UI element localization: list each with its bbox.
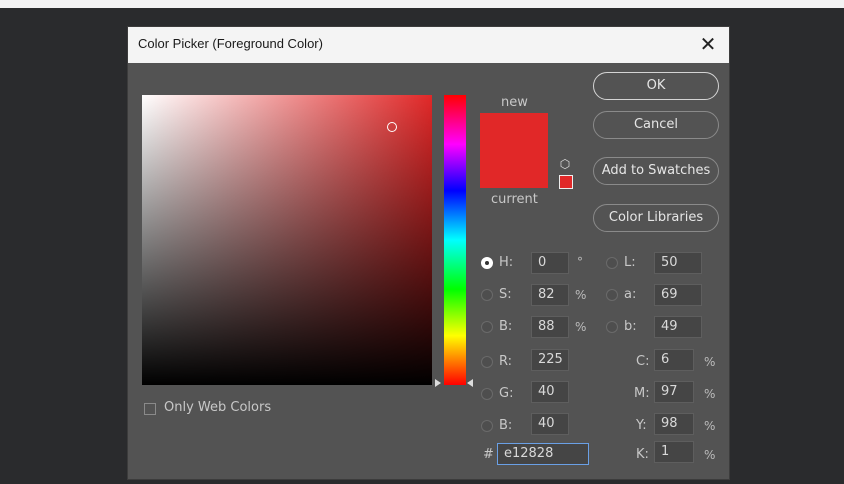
h-label: H: — [499, 255, 514, 270]
hue-slider[interactable] — [444, 95, 466, 385]
lab-b-field[interactable]: 49 — [654, 316, 702, 338]
h-field[interactable]: 0 — [531, 252, 569, 274]
b-radio[interactable] — [481, 321, 493, 333]
cube-icon[interactable]: ⬡ — [558, 157, 572, 171]
current-label: current — [491, 192, 538, 207]
l-radio[interactable] — [606, 257, 618, 269]
current-color-swatch[interactable] — [480, 150, 548, 188]
r-field[interactable]: 225 — [531, 349, 569, 371]
blue-label: B: — [499, 418, 513, 433]
b-unit: % — [575, 320, 587, 334]
blue-radio[interactable] — [481, 420, 493, 432]
s-unit: % — [575, 288, 587, 302]
c-field[interactable]: 6 — [654, 349, 694, 371]
g-radio[interactable] — [481, 388, 493, 400]
y-label: Y: — [636, 418, 647, 433]
color-picker-dialog: Color Picker (Foreground Color) ✕ new cu… — [127, 26, 730, 480]
h-unit: ° — [577, 255, 583, 269]
s-field[interactable]: 82 — [531, 284, 569, 306]
l-label: L: — [624, 255, 636, 270]
k-label: K: — [636, 447, 649, 462]
top-strip — [0, 0, 844, 8]
m-label: M: — [634, 386, 650, 401]
only-web-colors-checkbox[interactable] — [144, 403, 156, 415]
hex-prefix: # — [483, 447, 494, 462]
title-bar: Color Picker (Foreground Color) ✕ — [128, 27, 729, 63]
g-label: G: — [499, 386, 514, 401]
cancel-button[interactable]: Cancel — [593, 111, 719, 139]
only-web-colors-label: Only Web Colors — [164, 400, 272, 415]
color-field[interactable] — [142, 95, 432, 385]
new-label: new — [501, 95, 528, 110]
color-libraries-button[interactable]: Color Libraries — [593, 204, 719, 232]
a-label: a: — [624, 287, 637, 302]
a-radio[interactable] — [606, 289, 618, 301]
new-color-swatch — [480, 113, 548, 150]
blue-field[interactable]: 40 — [531, 413, 569, 435]
c-unit: % — [704, 355, 716, 369]
add-to-swatches-button[interactable]: Add to Swatches — [593, 157, 719, 185]
c-label: C: — [636, 354, 650, 369]
r-radio[interactable] — [481, 356, 493, 368]
l-field[interactable]: 50 — [654, 252, 702, 274]
hue-slider-handle-right[interactable] — [467, 379, 473, 387]
s-label: S: — [499, 287, 512, 302]
a-field[interactable]: 69 — [654, 284, 702, 306]
b-field[interactable]: 88 — [531, 316, 569, 338]
out-of-gamut-swatch[interactable] — [559, 175, 573, 189]
lab-b-label: b: — [624, 319, 637, 334]
m-unit: % — [704, 387, 716, 401]
window-title: Color Picker (Foreground Color) — [138, 36, 323, 51]
color-field-marker[interactable] — [387, 122, 397, 132]
s-radio[interactable] — [481, 289, 493, 301]
m-field[interactable]: 97 — [654, 381, 694, 403]
y-unit: % — [704, 419, 716, 433]
r-label: R: — [499, 354, 513, 369]
close-icon[interactable]: ✕ — [695, 31, 721, 57]
ok-button[interactable]: OK — [593, 72, 719, 100]
y-field[interactable]: 98 — [654, 413, 694, 435]
h-radio[interactable] — [481, 257, 493, 269]
k-unit: % — [704, 448, 716, 462]
hex-field[interactable]: e12828 — [497, 443, 589, 465]
lab-b-radio[interactable] — [606, 321, 618, 333]
b-label: B: — [499, 319, 513, 334]
k-field[interactable]: 1 — [654, 441, 694, 463]
g-field[interactable]: 40 — [531, 381, 569, 403]
hue-slider-handle-left[interactable] — [435, 379, 441, 387]
